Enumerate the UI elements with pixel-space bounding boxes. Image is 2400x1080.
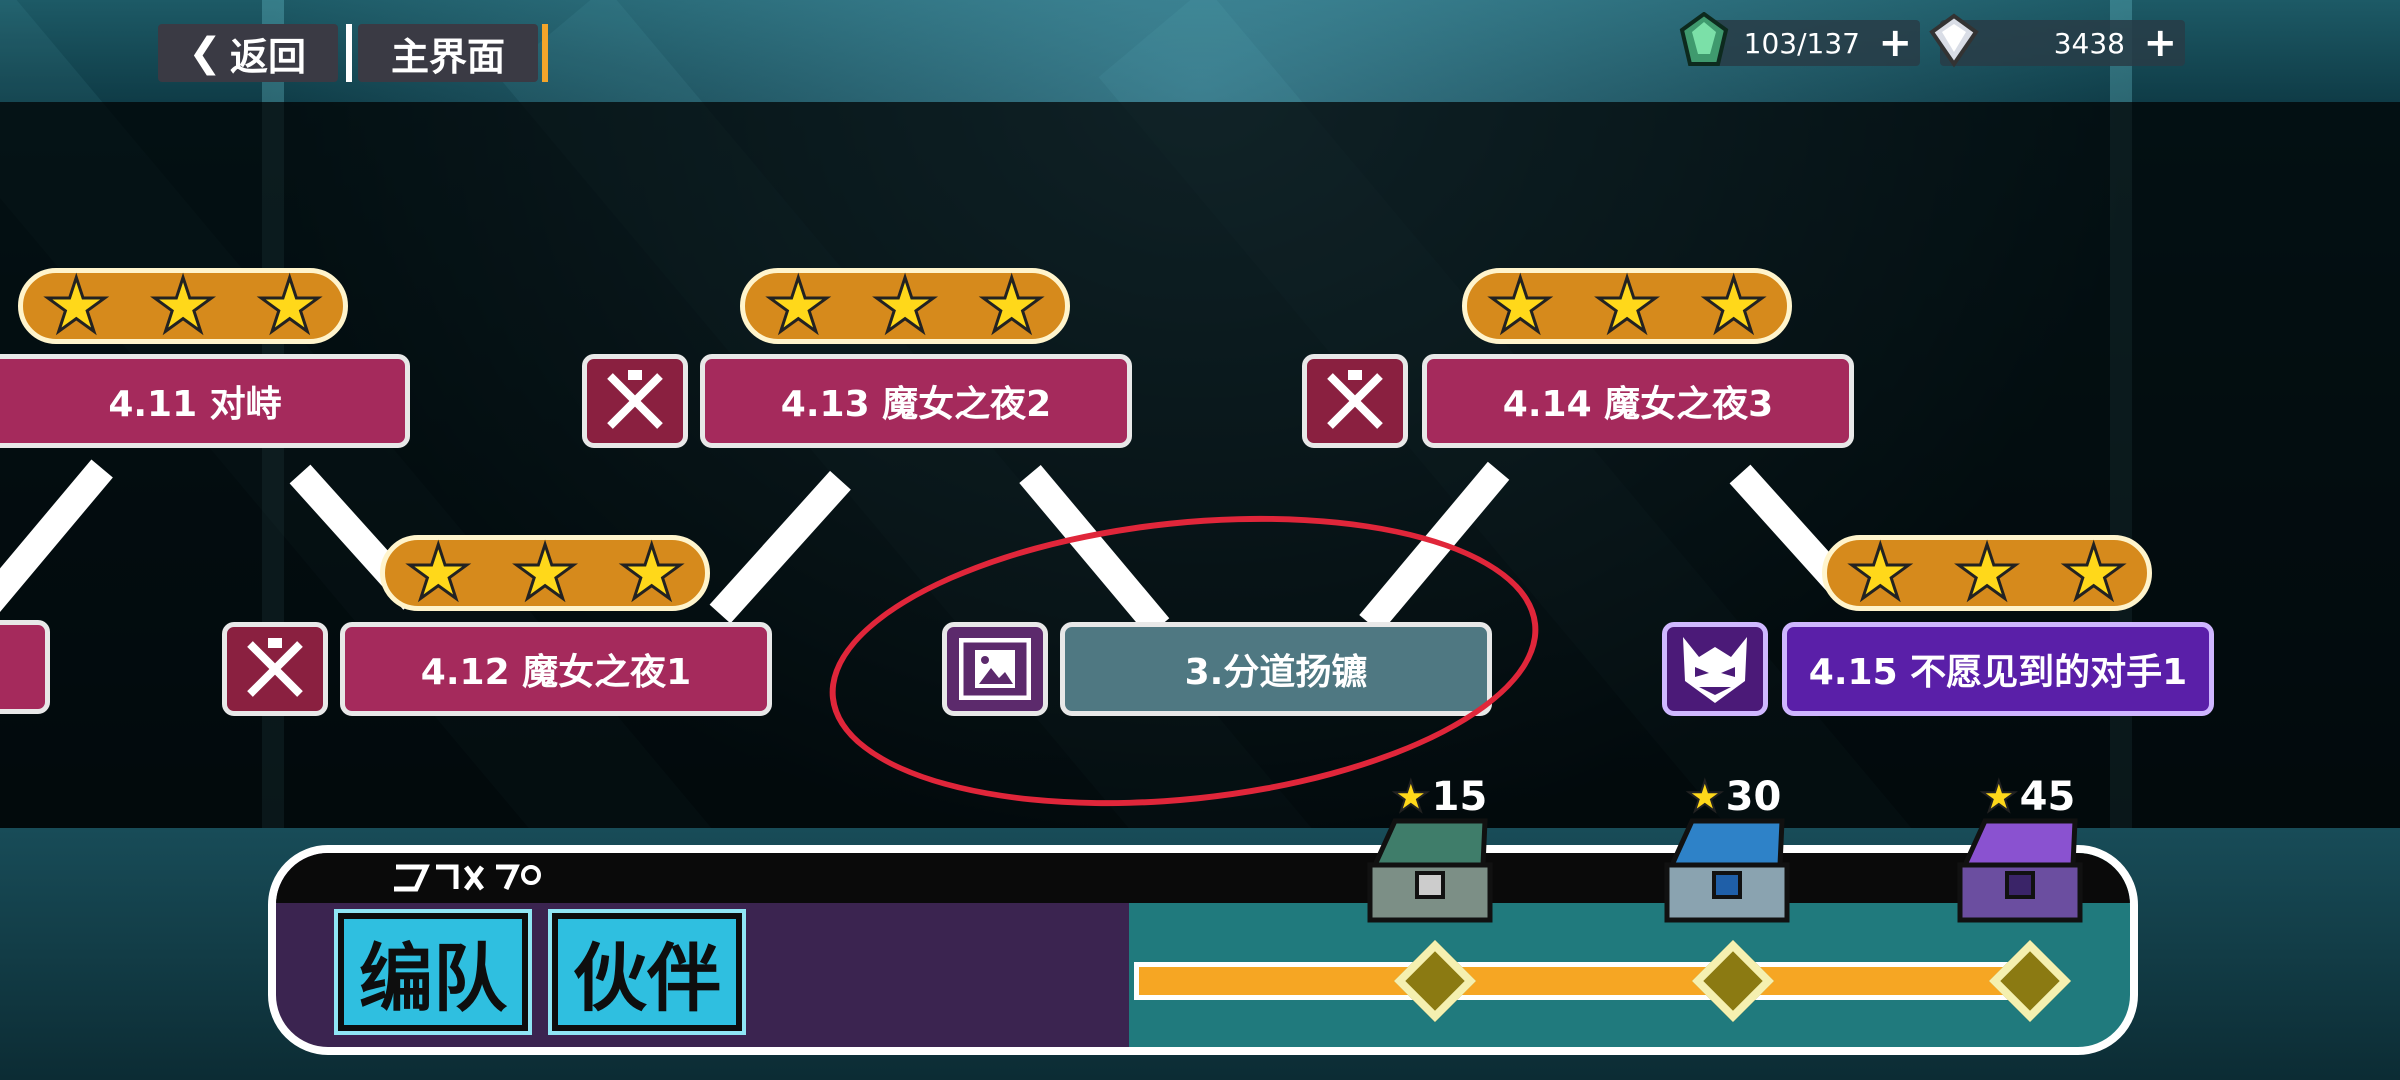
crossed-swords-icon	[1327, 370, 1383, 429]
stage-node-offscreen[interactable]	[0, 620, 50, 714]
star-icon: ★	[255, 263, 324, 349]
star-icon: ★	[42, 263, 111, 349]
stage-label: 4.14 魔女之夜3	[1502, 384, 1774, 425]
partner-label: 伙伴	[573, 935, 721, 1022]
home-button[interactable]: 主界面	[358, 24, 548, 82]
stage-node-4-14[interactable]: 4.14 魔女之夜3	[1422, 354, 1854, 448]
stamina-counter: 103/137 +	[1679, 12, 1920, 66]
star-icon: ★	[1699, 263, 1768, 349]
star-icon: ★	[764, 263, 833, 349]
star-icon: ★	[870, 263, 939, 349]
star-icon: ★	[510, 530, 579, 616]
game-logo-icon	[394, 864, 541, 892]
divider	[542, 24, 548, 82]
treasure-chest-green-icon[interactable]	[1355, 815, 1505, 925]
stage-label: 4.12 魔女之夜1	[420, 652, 692, 693]
reward-stars-value: 45	[2019, 773, 2076, 820]
stage-label: 4.13 魔女之夜2	[780, 384, 1052, 425]
star-icon: ★	[1685, 771, 1725, 822]
treasure-chest-purple-icon[interactable]	[1945, 815, 2095, 925]
diamond-gem-icon	[1929, 13, 1979, 68]
stage-node-4-12[interactable]: 4.12 魔女之夜1	[340, 622, 772, 716]
star-rating: ★ ★ ★	[1822, 530, 2152, 616]
stage-label: 4.15 不愿见到的对手1	[1808, 652, 2188, 693]
star-icon: ★	[1846, 530, 1915, 616]
chevron-left-icon: ❮	[188, 30, 222, 76]
star-rating: ★ ★ ★	[380, 530, 710, 616]
star-progress-bar	[1134, 962, 2034, 1000]
back-button[interactable]: ❮ 返回	[158, 24, 352, 82]
back-label: 返回	[230, 34, 307, 79]
reward-threshold-15: ★ 15	[1391, 771, 1488, 822]
demon-mask-icon	[1683, 637, 1747, 703]
star-rating: ★ ★ ★	[18, 263, 348, 349]
divider	[346, 24, 352, 82]
crossed-swords-icon	[247, 638, 303, 697]
reward-threshold-30: ★ 30	[1685, 771, 1782, 822]
star-icon: ★	[617, 530, 686, 616]
stamina-value: 103/137	[1743, 26, 1860, 60]
star-rating: ★ ★ ★	[1462, 263, 1792, 349]
star-icon: ★	[148, 263, 217, 349]
add-gems-button[interactable]: +	[2143, 20, 2177, 66]
stage-node-4-11[interactable]: 4.11 对峙	[0, 354, 410, 448]
crossed-swords-icon	[607, 370, 663, 429]
add-stamina-button[interactable]: +	[1878, 20, 1912, 66]
panel-header-strip	[276, 853, 2130, 903]
reward-threshold-45: ★ 45	[1979, 771, 2076, 822]
reward-stars-value: 15	[1431, 773, 1488, 820]
stage-node-4-15[interactable]: 4.15 不愿见到的对手1	[1782, 622, 2214, 716]
star-icon: ★	[1592, 263, 1661, 349]
team-formation-button[interactable]: 编队	[334, 909, 532, 1035]
stage-label: 4.11 对峙	[108, 384, 282, 425]
stamina-crystal-icon	[1679, 12, 1729, 66]
bottom-panel: 编队 伙伴	[268, 845, 2138, 1055]
stage-node-4-13[interactable]: 4.13 魔女之夜2	[700, 354, 1132, 448]
treasure-chest-blue-icon[interactable]	[1652, 815, 1802, 925]
reward-stars-value: 30	[1725, 773, 1782, 820]
star-icon: ★	[1486, 263, 1555, 349]
battle-type-icon	[582, 354, 688, 448]
star-icon: ★	[404, 530, 473, 616]
star-icon: ★	[1391, 771, 1431, 822]
battle-type-icon	[222, 622, 328, 716]
partner-button[interactable]: 伙伴	[548, 909, 746, 1035]
star-icon: ★	[2059, 530, 2128, 616]
star-rating: ★ ★ ★	[740, 263, 1070, 349]
gem-counter: 3438 +	[1929, 13, 2185, 68]
battle-type-icon	[1302, 354, 1408, 448]
star-icon: ★	[1979, 771, 2019, 822]
gem-value: 3438	[2053, 26, 2125, 60]
home-label: 主界面	[390, 34, 505, 79]
boss-type-icon	[1662, 622, 1768, 716]
team-formation-label: 编队	[359, 935, 507, 1022]
star-icon: ★	[977, 263, 1046, 349]
star-icon: ★	[1952, 530, 2021, 616]
